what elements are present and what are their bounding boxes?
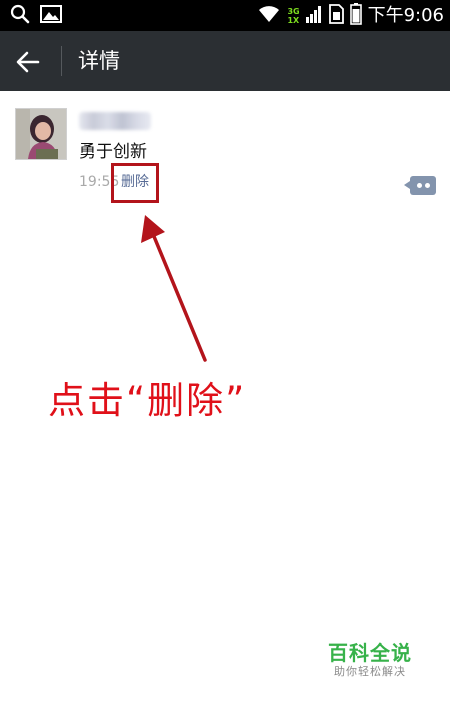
network-bottom-label: 1X <box>287 16 300 25</box>
watermark-sub: 助你轻松解决 <box>334 665 406 678</box>
avatar[interactable] <box>15 108 67 160</box>
back-arrow-icon <box>16 51 40 73</box>
header-bar: 详情 <box>0 31 450 91</box>
page-title: 详情 <box>78 49 120 73</box>
arrow-shaft <box>151 232 207 362</box>
status-time: 下午9:06 <box>367 5 444 26</box>
watermark-main: 百科全说 <box>328 641 412 665</box>
user-name-blurred <box>79 112 151 130</box>
comment-dot-icon <box>417 183 422 188</box>
wifi-icon <box>257 4 281 28</box>
watermark-logo: 百科全说 助你轻松解决 <box>320 641 420 679</box>
search-icon <box>10 4 30 28</box>
battery-icon <box>349 3 362 29</box>
arrow-head <box>141 215 165 243</box>
post-text: 勇于创新 <box>79 142 147 162</box>
sim-icon <box>328 4 344 28</box>
header-divider <box>61 46 62 76</box>
comment-dot-icon <box>425 183 430 188</box>
status-bar: 3G 1X 下午9:06 <box>0 0 450 31</box>
comment-button[interactable] <box>404 176 436 195</box>
back-button[interactable] <box>12 47 42 77</box>
status-right-icons: 3G 1X 下午9:06 <box>257 2 444 30</box>
network-badge: 3G 1X <box>287 7 299 25</box>
status-left-icons <box>10 4 62 28</box>
avatar-photo <box>16 109 66 159</box>
annotation-text: 点击“删除” <box>48 379 247 422</box>
annotation-arrow <box>141 215 207 362</box>
gallery-icon <box>40 4 62 28</box>
network-top-label: 3G <box>287 7 300 16</box>
delete-highlight-box <box>111 163 159 203</box>
signal-icon <box>305 5 322 27</box>
